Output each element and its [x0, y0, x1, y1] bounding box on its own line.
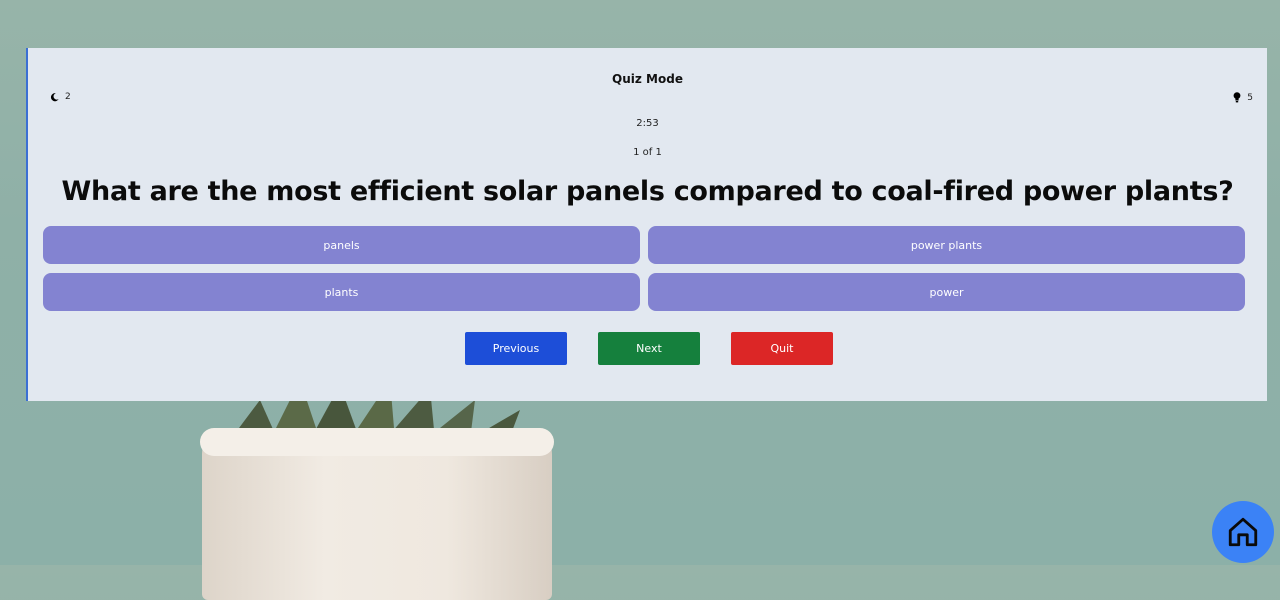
hint-stat-value: 5: [1247, 93, 1253, 103]
answer-option[interactable]: power plants: [648, 226, 1245, 264]
moon-icon: [50, 92, 59, 102]
moon-stat-value: 2: [65, 92, 71, 102]
quiz-card: Quiz Mode 2 5 2:53 1 of 1 What are the m…: [26, 48, 1267, 401]
question-text: What are the most efficient solar panels…: [61, 176, 1234, 207]
moon-stat: 2: [50, 92, 71, 102]
answer-option[interactable]: power: [648, 273, 1245, 311]
question-progress: 1 of 1: [633, 147, 662, 158]
home-icon: [1228, 517, 1258, 547]
hint-stat: 5: [1233, 92, 1253, 103]
background-plant-image: [200, 380, 560, 600]
quiz-title: Quiz Mode: [612, 72, 683, 86]
home-button[interactable]: [1212, 501, 1274, 563]
answer-option[interactable]: plants: [43, 273, 640, 311]
next-button[interactable]: Next: [598, 332, 700, 365]
quit-button[interactable]: Quit: [731, 332, 833, 365]
timer: 2:53: [636, 118, 659, 129]
previous-button[interactable]: Previous: [465, 332, 567, 365]
lightbulb-icon: [1233, 92, 1241, 103]
quiz-navigation: Previous Next Quit: [465, 332, 833, 365]
answer-options: panels power plants plants power: [43, 226, 1246, 311]
answer-option[interactable]: panels: [43, 226, 640, 264]
plant-pot-rim: [200, 428, 554, 456]
